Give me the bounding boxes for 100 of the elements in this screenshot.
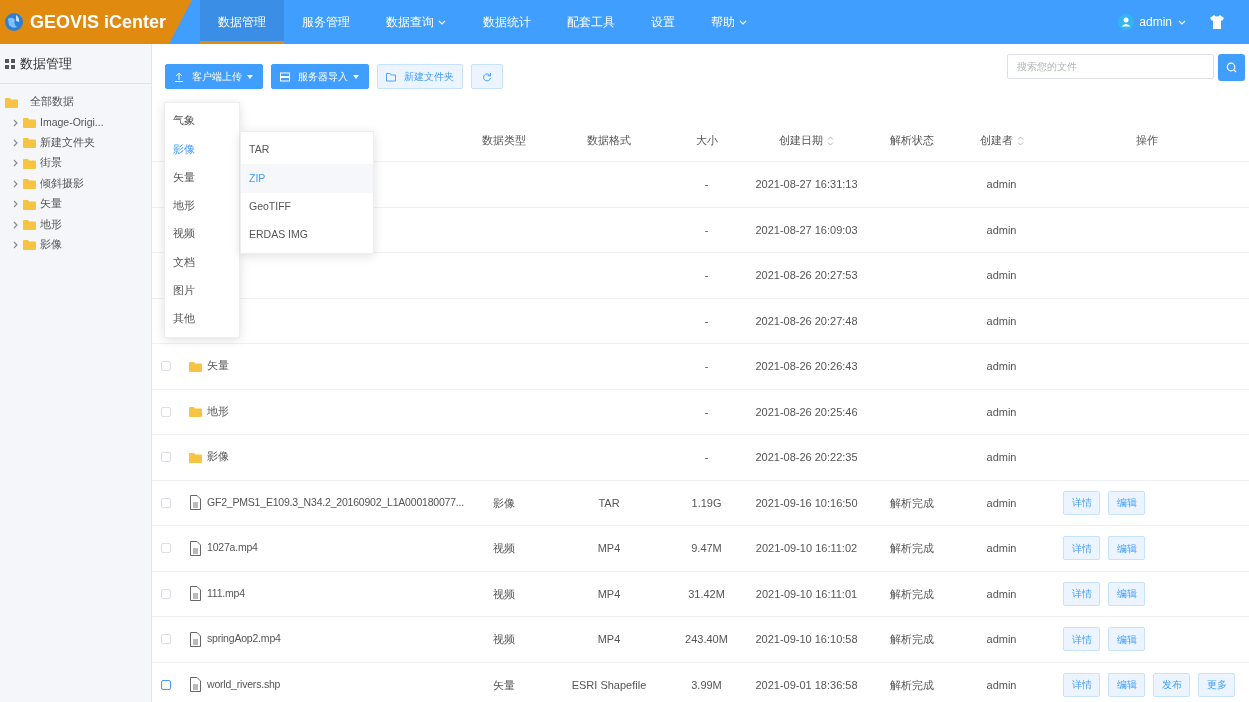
folder-icon [189,406,202,418]
submenu-item[interactable]: TAR [241,136,373,165]
table-cell: admin [986,678,1017,691]
folder-icon [189,360,202,372]
table-cell: admin [986,633,1017,645]
table-cell: admin [986,405,1017,418]
file-name[interactable]: 1027a.mp4 [207,540,258,557]
folder-name[interactable]: 影像 [207,449,229,466]
folder-icon [386,71,396,82]
tree-item[interactable]: 街景 [40,155,62,172]
chevron-right-icon[interactable] [11,179,19,188]
file-name[interactable]: 111.mp4 [207,585,245,602]
folder-icon [23,117,36,129]
file-icon [189,677,202,693]
folder-name[interactable]: 地形 [207,403,229,420]
column-header: 操作 [1135,132,1158,148]
table-cell: 视频 [493,587,515,600]
chevron-down-icon [437,18,447,26]
shirt-icon[interactable] [1209,14,1225,30]
file-icon [189,586,202,602]
table-cell: MP4 [597,587,621,600]
tree-item[interactable]: 影像 [40,237,62,253]
globe-logo-icon [4,12,24,32]
table-cell: TAR [598,496,620,509]
chevron-right-icon[interactable] [11,118,19,127]
menu-item[interactable]: 地形 [165,191,239,221]
file-icon [189,540,202,556]
server-icon [280,71,290,82]
tree-item[interactable]: 地形 [40,216,62,233]
file-name[interactable]: springAop2.mp4 [207,631,281,648]
chevron-right-icon[interactable] [11,240,19,249]
column-header: 大小 [695,132,718,148]
table-cell: admin [986,451,1017,463]
chevron-right-icon[interactable] [11,220,19,229]
file-name[interactable]: GF2_PMS1_E109.3_N34.2_20160902_L1A000180077... [207,494,465,511]
table-cell: 31.42M [688,587,725,600]
table-cell: admin [986,360,1017,372]
submenu-item[interactable]: GeoTIFF [241,192,373,221]
chevron-right-icon[interactable] [11,200,19,209]
folder-icon [23,137,36,149]
refresh-icon [482,71,492,82]
table-cell: - [704,269,709,281]
table-cell: admin [986,496,1017,509]
table-cell: 矢量 [493,678,515,691]
upload-icon [174,71,184,82]
tree-item[interactable]: 矢量 [40,196,62,212]
table-cell: - [704,405,709,418]
column-header[interactable]: 创建者 [979,132,1013,149]
file-icon [189,631,202,647]
menu-item[interactable]: 图片 [165,276,239,306]
folder-icon [23,178,36,190]
app-title: GEOVIS iCenter [30,10,167,34]
table-cell: 解析完成 [889,496,934,509]
table-cell: - [704,223,709,236]
sort-icon [1016,135,1024,146]
folder-icon [23,157,36,169]
tree-item[interactable]: Image-Origi... [40,114,104,131]
table-cell: 2021-09-10 16:10:58 [755,633,858,645]
table-cell: 2021-08-26 20:22:35 [755,451,858,463]
tree-item[interactable]: 新建文件夹 [40,135,95,151]
table-cell: 2021-08-27 16:09:03 [755,223,858,236]
table-cell: admin [986,314,1017,327]
dropdown-arrow-icon [246,72,254,81]
table-cell: 2021-09-10 16:11:02 [755,542,858,554]
table-cell: 3.99M [691,678,722,691]
table-cell: 2021-09-10 16:11:01 [755,587,858,600]
table-cell: 视频 [493,633,515,645]
refresh-button[interactable] [471,64,503,89]
tree-item[interactable]: 全部数据 [30,94,74,111]
table-cell: admin [986,269,1017,281]
column-header: 解析状态 [889,132,934,148]
folder-icon [23,239,36,251]
row-checkbox[interactable] [161,679,171,690]
table-cell: - [704,360,709,372]
sort-icon [827,135,834,146]
chevron-right-icon[interactable] [11,138,19,147]
file-icon [189,495,202,511]
menu-item[interactable]: 气象 [165,107,239,136]
menu-item[interactable]: 文档 [165,248,239,277]
chevron-right-icon[interactable] [11,159,19,168]
menu-item[interactable]: 矢量 [165,163,239,192]
table-cell: admin [986,587,1017,600]
folder-icon [23,198,36,210]
file-name[interactable]: world_rivers.shp [207,676,281,693]
grid-icon [5,58,15,69]
search-field[interactable]: 搜索您的文件 [1007,54,1214,79]
search-button[interactable] [1218,54,1245,81]
search-icon [1226,62,1237,73]
column-header[interactable]: 创建日期 [779,132,823,149]
table-cell: 1.19G [691,496,722,509]
table-cell: 解析完成 [889,587,934,600]
folder-name[interactable]: 矢量 [207,358,229,375]
table-cell: 2021-08-26 20:26:43 [755,360,858,372]
submenu-item[interactable]: ERDAS IMG [241,220,373,250]
table-cell: 2021-09-16 10:16:50 [755,496,858,509]
column-header: 数据类型 [482,132,526,148]
menu-item[interactable]: 视频 [165,220,239,249]
table-cell: 2021-08-27 16:31:13 [755,178,858,190]
menu-item[interactable]: 其他 [165,305,239,334]
tree-item[interactable]: 倾斜摄影 [40,175,84,192]
